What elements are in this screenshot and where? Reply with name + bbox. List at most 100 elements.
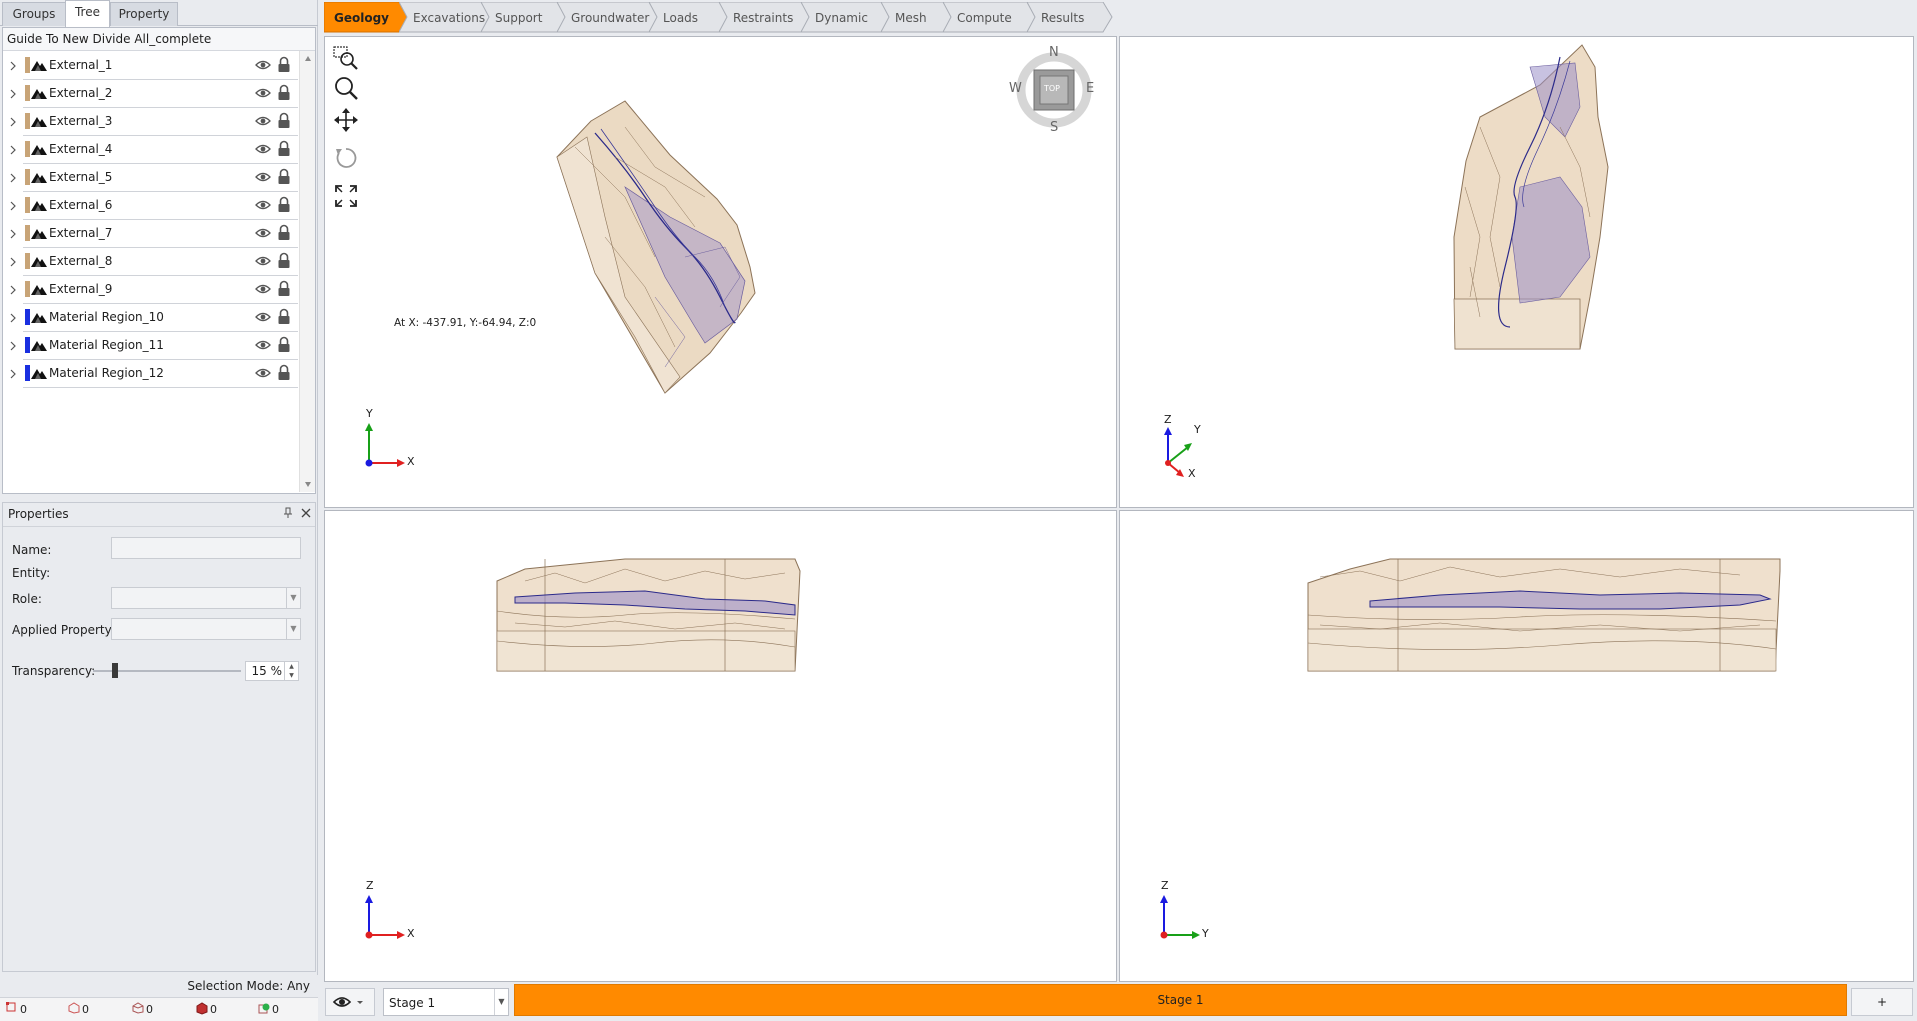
stage-tab-active[interactable]: Stage 1 (514, 984, 1847, 1016)
chevron-right-icon[interactable] (9, 340, 17, 352)
eye-icon[interactable] (255, 227, 271, 239)
chevron-right-icon[interactable] (9, 256, 17, 268)
workflow-tab-excavations[interactable]: Excavations (399, 2, 491, 33)
spin-arrows-icon[interactable]: ▲ ▼ (284, 662, 298, 680)
chevron-right-icon[interactable] (9, 172, 17, 184)
chevron-right-icon[interactable] (9, 312, 17, 324)
eye-icon[interactable] (255, 87, 271, 99)
workflow-tab-groundwater[interactable]: Groundwater (557, 2, 659, 33)
terrain-icon (31, 257, 47, 267)
axis-label-y: Y (1202, 927, 1209, 940)
transparency-spinbox[interactable]: 15 % ▲ ▼ (245, 661, 299, 681)
chevron-right-icon[interactable] (9, 144, 17, 156)
tree-item[interactable]: Material Region_11 (3, 332, 298, 360)
lock-icon[interactable] (277, 224, 291, 241)
axis-triad: Z Y (1156, 879, 1216, 943)
zoom-window-icon[interactable] (333, 45, 359, 71)
lock-icon[interactable] (277, 336, 291, 353)
eye-icon[interactable] (255, 171, 271, 183)
role-select[interactable]: ▼ (111, 587, 301, 609)
chevron-right-icon[interactable] (9, 88, 17, 100)
tree-item[interactable]: External_7 (3, 220, 298, 248)
terrain-icon (31, 369, 47, 379)
viewport-side[interactable]: Z Y (1119, 510, 1914, 982)
terrain-icon (31, 173, 47, 183)
eye-icon[interactable] (255, 143, 271, 155)
lock-icon[interactable] (277, 140, 291, 157)
workflow-tab-loads[interactable]: Loads (649, 2, 729, 33)
transparency-label: Transparency: (12, 664, 96, 678)
tree-item[interactable]: Material Region_12 (3, 360, 298, 388)
model-top-view (556, 100, 756, 394)
tree-item[interactable]: External_9 (3, 276, 298, 304)
stage-select[interactable]: Stage 1 ▼ (383, 988, 509, 1016)
lock-icon[interactable] (277, 56, 291, 73)
viewport-front[interactable]: Z X (324, 510, 1117, 982)
lock-icon[interactable] (277, 252, 291, 269)
eye-icon[interactable] (255, 283, 271, 295)
lock-icon[interactable] (277, 168, 291, 185)
workflow-tab-results[interactable]: Results (1027, 2, 1113, 33)
model-front-view (496, 558, 801, 672)
eye-icon[interactable] (255, 311, 271, 323)
chevron-right-icon[interactable] (9, 284, 17, 296)
tab-groups[interactable]: Groups (2, 2, 66, 26)
lock-icon[interactable] (277, 196, 291, 213)
tree-scrollbar[interactable] (299, 51, 315, 492)
add-stage-button[interactable]: + (1851, 988, 1913, 1016)
tree-item[interactable]: External_3 (3, 108, 298, 136)
eye-icon[interactable] (255, 115, 271, 127)
viewport-perspective[interactable]: Z Y X (1119, 36, 1914, 508)
close-icon[interactable] (301, 507, 311, 521)
eye-icon[interactable] (255, 59, 271, 71)
properties-header: Properties (3, 503, 315, 527)
tree-item[interactable]: External_4 (3, 136, 298, 164)
workflow-tab-label: Support (495, 11, 543, 25)
applied-property-select[interactable]: ▼ (111, 618, 301, 640)
tab-tree[interactable]: Tree (65, 0, 110, 27)
eye-icon[interactable] (255, 367, 271, 379)
view-compass[interactable]: N S E W TOP (1009, 45, 1097, 135)
chevron-right-icon[interactable] (9, 368, 17, 380)
tree-item[interactable]: External_5 (3, 164, 298, 192)
eye-icon[interactable] (255, 199, 271, 211)
workflow-tab-compute[interactable]: Compute (943, 2, 1037, 33)
tree-item[interactable]: External_6 (3, 192, 298, 220)
workflow-tab-dynamic[interactable]: Dynamic (801, 2, 891, 33)
name-field[interactable] (111, 537, 301, 559)
zoom-icon[interactable] (333, 75, 359, 101)
tree-item[interactable]: External_8 (3, 248, 298, 276)
compass-top-face[interactable]: TOP (1044, 84, 1060, 93)
viewport-top[interactable]: At X: -437.91, Y:-64.94, Z:0 N S E W TOP… (324, 36, 1117, 508)
pan-icon[interactable] (333, 107, 359, 133)
zoom-extents-icon[interactable] (333, 183, 359, 209)
workflow-tab-geology[interactable]: Geology (324, 2, 409, 33)
workflow-tab-label: Loads (663, 11, 699, 25)
rotate-icon[interactable] (333, 145, 359, 171)
tree-item[interactable]: External_1 (3, 52, 298, 80)
visibility-dropdown-button[interactable] (325, 988, 375, 1016)
model-side-view (1307, 558, 1781, 672)
chevron-right-icon[interactable] (9, 116, 17, 128)
axis-label-z: Z (1164, 413, 1172, 426)
terrain-icon (31, 313, 47, 323)
lock-icon[interactable] (277, 280, 291, 297)
workflow-tab-label: Groundwater (571, 11, 650, 25)
workflow-tab-restraints[interactable]: Restraints (719, 2, 811, 33)
chevron-right-icon[interactable] (9, 200, 17, 212)
lock-icon[interactable] (277, 112, 291, 129)
chevron-right-icon[interactable] (9, 228, 17, 240)
tree-root-label[interactable]: Guide To New Divide All_complete (3, 28, 315, 51)
transparency-slider-thumb[interactable] (112, 663, 118, 678)
tab-property[interactable]: Property (110, 2, 178, 26)
workflow-tab-support[interactable]: Support (481, 2, 567, 33)
eye-icon[interactable] (255, 255, 271, 267)
pin-icon[interactable] (283, 507, 293, 522)
lock-icon[interactable] (277, 308, 291, 325)
lock-icon[interactable] (277, 364, 291, 381)
tree-item[interactable]: External_2 (3, 80, 298, 108)
lock-icon[interactable] (277, 84, 291, 101)
eye-icon[interactable] (255, 339, 271, 351)
chevron-right-icon[interactable] (9, 60, 17, 72)
tree-item[interactable]: Material Region_10 (3, 304, 298, 332)
